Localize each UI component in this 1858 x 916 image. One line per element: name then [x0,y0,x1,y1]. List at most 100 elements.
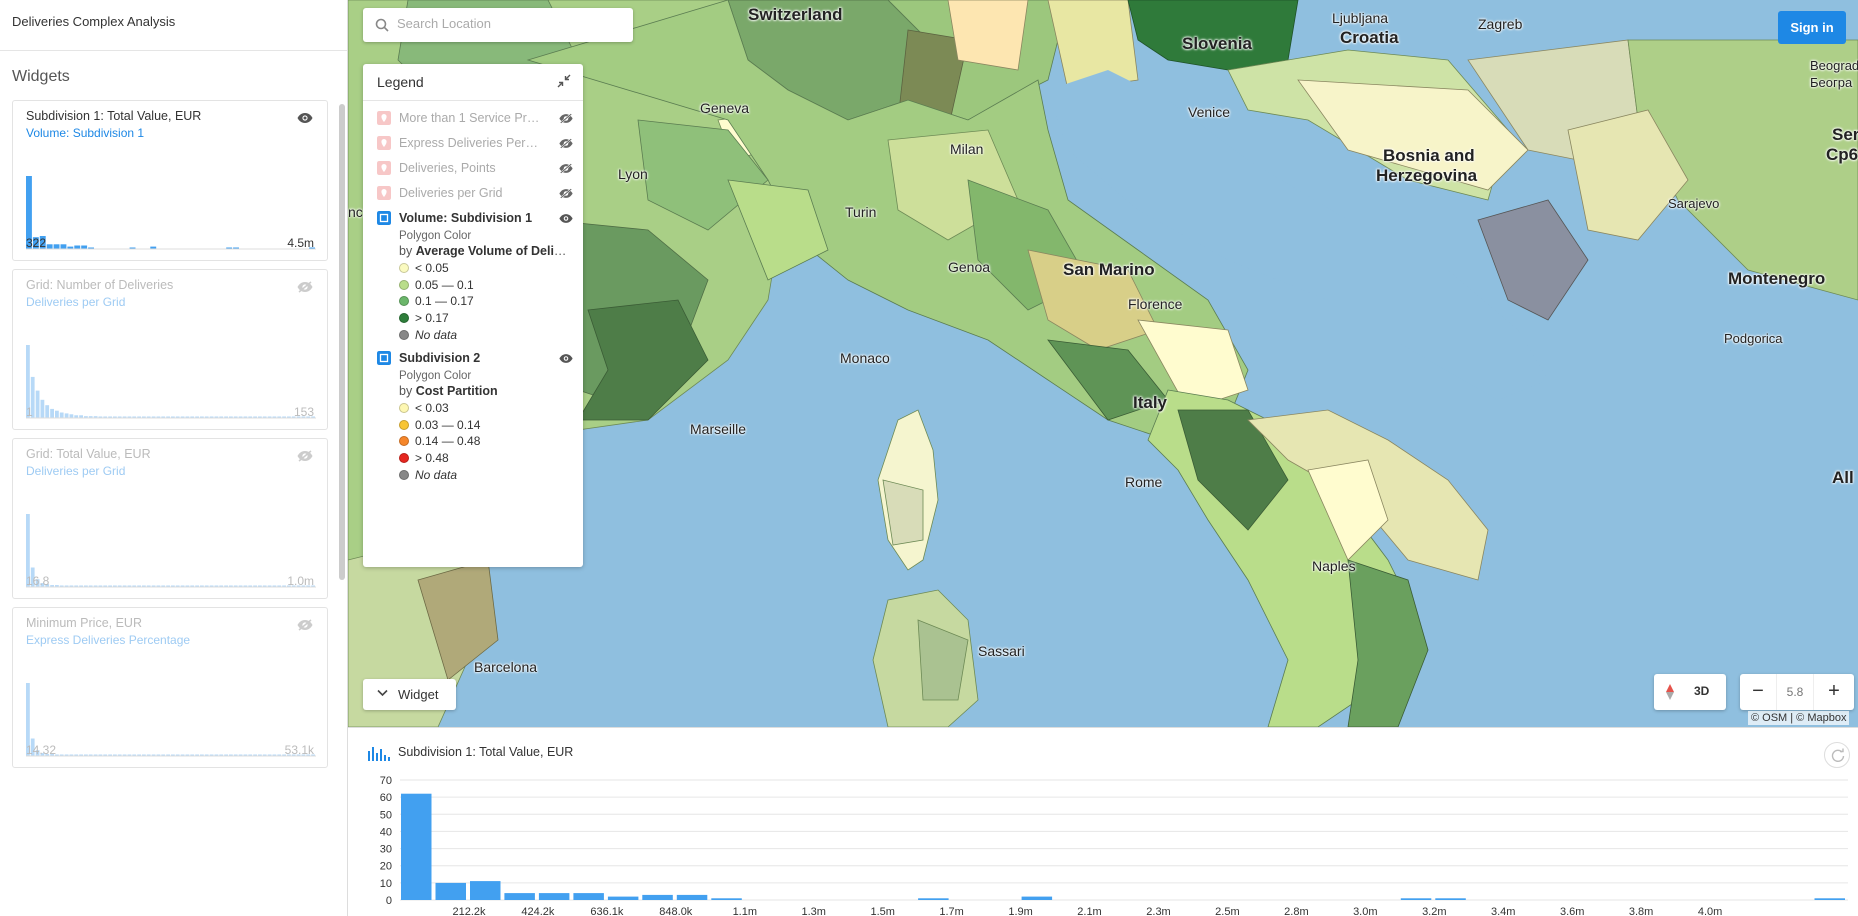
map-label-city: Turin [845,204,877,220]
chart-bar[interactable] [676,894,708,900]
map-attribution[interactable]: © OSM | © Mapbox [1748,711,1850,725]
eye-off-icon[interactable] [559,188,573,199]
legend-layer-row[interactable]: More than 1 Service Providers [377,110,573,128]
chart-bar[interactable] [401,793,432,900]
widget-title: Grid: Total Value, EUR [26,447,151,461]
chart-bar[interactable] [607,896,639,900]
widget-card[interactable]: Minimum Price, EUR Express Deliveries Pe… [12,607,328,768]
x-tick-label: 3.4m [1491,906,1515,916]
eye-icon[interactable] [559,353,573,364]
search-input[interactable] [397,16,622,31]
sidebar: Deliveries Complex Analysis Widgets Subd… [0,0,348,916]
polygon-layer-icon [377,211,391,225]
widget-title: Grid: Number of Deliveries [26,278,174,292]
widget-subtitle[interactable]: Deliveries per Grid [26,464,125,478]
chart-bar[interactable] [1021,896,1053,900]
widget-card[interactable]: Subdivision 1: Total Value, EUR Volume: … [12,100,328,261]
chart-bar[interactable] [642,894,673,900]
point-layer-icon [377,186,391,200]
x-tick-label: 2.5m [1215,906,1239,916]
eye-off-icon[interactable] [559,163,573,174]
widget-subtitle[interactable]: Express Deliveries Percentage [26,633,190,647]
legend-step-label: 0.05 — 0.1 [415,278,474,292]
histogram-chart[interactable]: 0 10 20 30 40 50 60 70 212.2k 424.2k 636.1k 848.0k 1… [348,770,1858,916]
map-label-country: San Marino [1063,260,1155,279]
x-tick-label: 3.2m [1422,906,1446,916]
widget-subtitle[interactable]: Volume: Subdivision 1 [26,126,144,140]
chart-bar[interactable] [1435,898,1466,900]
point-layer-icon [377,161,391,175]
y-tick-label: 10 [380,878,392,890]
y-tick-label: 20 [380,861,392,873]
sign-in-button[interactable]: Sign in [1778,11,1846,44]
legend-layer-row[interactable]: Subdivision 2 [377,350,573,368]
widget-max-value: 153 [293,405,314,419]
point-layer-icon [377,111,391,125]
legend-step-swatch [399,470,409,480]
x-tick-label: 848.0k [659,906,693,916]
legend-layer-row[interactable]: Express Deliveries Percentage [377,135,573,153]
chart-bar[interactable] [435,882,467,900]
chart-bar[interactable] [711,898,742,900]
map-view-controls: 3D [1654,674,1726,710]
widget-min-value: 14.32 [26,743,57,757]
map-label-city: Sarajevo [1668,196,1720,211]
widget-toggle-label: Widget [398,687,439,702]
eye-off-icon[interactable] [297,281,313,293]
widget-histogram[interactable] [26,479,316,589]
y-tick-label: 40 [380,826,392,838]
legend-layer-row[interactable]: Deliveries, Points [377,160,573,178]
zoom-in-button[interactable]: + [1816,674,1852,710]
widget-card[interactable]: Grid: Number of Deliveries Deliveries pe… [12,269,328,430]
x-tick-label: 1.5m [870,906,894,916]
widget-histogram[interactable] [26,141,316,251]
widget-card[interactable]: Grid: Total Value, EUR Deliveries per Gr… [12,438,328,599]
histogram-bar [50,408,54,418]
search-box[interactable] [363,8,633,42]
eye-off-icon[interactable] [559,138,573,149]
widget-histogram[interactable] [26,310,316,420]
chart-bar[interactable] [538,893,570,900]
chart-bar[interactable] [918,898,949,900]
map-label-city: Zagreb [1478,16,1523,32]
eye-off-icon[interactable] [297,619,313,631]
chart-bar[interactable] [1400,898,1432,900]
eye-icon[interactable] [559,213,573,224]
histogram-bar [64,413,69,418]
legend-layer-row[interactable]: Deliveries per Grid [377,185,573,203]
map-label-country: All [1832,468,1854,487]
widget-title: Subdivision 1: Total Value, EUR [26,109,202,123]
chart-bar[interactable] [1814,898,1846,900]
eye-icon[interactable] [297,112,313,124]
y-tick-label: 0 [386,895,392,907]
chart-title: Subdivision 1: Total Value, EUR [398,745,574,759]
zoom-level: 5.8 [1776,674,1814,710]
legend-panel: Legend More than 1 Service Providers Exp… [363,64,583,567]
widget-histogram[interactable] [26,648,316,758]
eye-off-icon[interactable] [559,113,573,124]
histogram-bar [46,244,53,249]
chart-bar[interactable] [573,893,604,900]
legend-step-label: < 0.05 [415,261,449,275]
legend-step-label: > 0.17 [415,311,449,325]
compass-icon[interactable] [1664,683,1676,701]
map-label-country: Herzegovina [1376,166,1478,185]
zoom-out-button[interactable]: − [1740,674,1776,710]
y-tick-label: 50 [380,809,392,821]
collapse-icon[interactable] [557,74,571,88]
widget-subtitle[interactable]: Deliveries per Grid [26,295,125,309]
sidebar-scrollbar[interactable] [339,104,345,580]
x-tick-label: 2.3m [1146,906,1170,916]
legend-step-label: 0.03 — 0.14 [415,418,481,432]
toggle-3d-button[interactable]: 3D [1694,684,1709,698]
widget-toggle-button[interactable]: Widget [363,679,456,710]
eye-off-icon[interactable] [297,450,313,462]
refresh-button[interactable] [1824,742,1850,768]
legend-layer-name: Deliveries, Points [399,161,496,175]
chart-bar[interactable] [470,881,501,900]
legend-step-swatch [399,453,409,463]
legend-by-field: Cost Partition [415,384,498,398]
chart-bar[interactable] [504,893,535,900]
legend-layer-row[interactable]: Volume: Subdivision 1 [377,210,573,228]
legend-step-swatch [399,330,409,340]
